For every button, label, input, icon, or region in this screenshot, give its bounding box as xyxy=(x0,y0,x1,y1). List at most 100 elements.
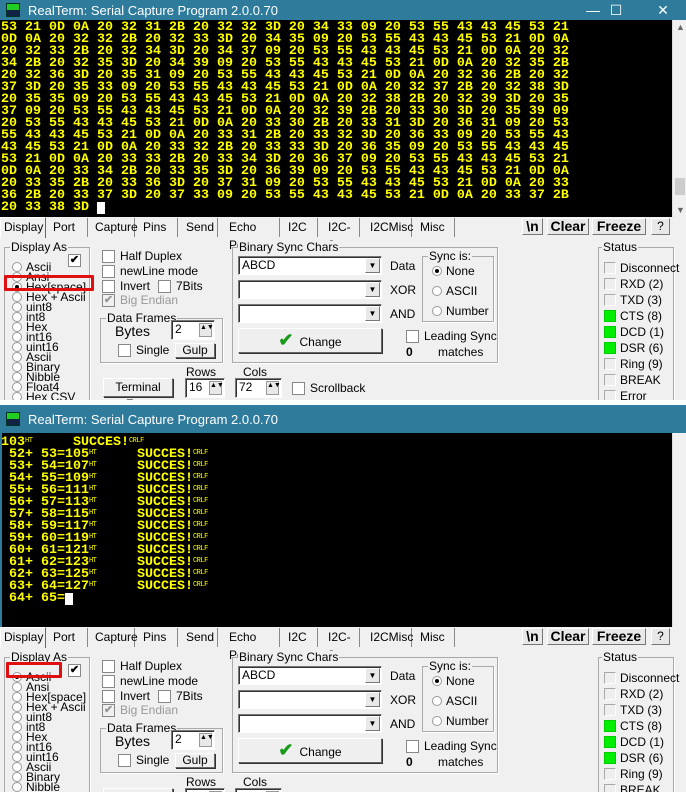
tab-send[interactable]: Send xyxy=(183,218,218,237)
sync-option-number[interactable]: Number xyxy=(426,305,489,317)
tab-i2c[interactable]: I2C xyxy=(285,628,318,647)
freeze-button[interactable]: Freeze xyxy=(592,218,646,235)
tab-i2c-2[interactable]: I2C-2 xyxy=(325,218,360,252)
bytes-spinner[interactable]: 2 ▲▼ xyxy=(171,730,215,750)
invert-checkbox[interactable]: Invert xyxy=(102,690,150,703)
spin-arrows-icon[interactable]: ▲▼ xyxy=(199,323,214,337)
newline-mode-checkbox[interactable]: newLine mode xyxy=(102,265,198,278)
clear-button[interactable]: Clear xyxy=(547,628,589,645)
terminal-font-button[interactable]: Terminal Font xyxy=(103,788,173,792)
ht-glyph: HT xyxy=(88,581,97,589)
crlf-glyph: CRLF xyxy=(192,581,208,589)
status-label: DSR (6) xyxy=(620,751,664,765)
tab-i2cmisc[interactable]: I2CMisc xyxy=(367,218,413,237)
single-checkbox[interactable]: Single xyxy=(118,754,169,767)
tab-display[interactable]: Display xyxy=(0,217,46,238)
tab-misc[interactable]: Misc xyxy=(417,628,455,647)
display-option-hex-csv[interactable]: Hex CSV xyxy=(6,391,75,400)
change-button[interactable]: ✔ Change xyxy=(238,738,382,763)
tab-port[interactable]: Port xyxy=(50,218,88,237)
matches-count: 0 xyxy=(406,755,413,769)
status-label: Disconnect xyxy=(620,671,680,685)
7bits-checkbox[interactable]: 7Bits xyxy=(158,690,203,703)
dropdown-arrow-icon[interactable]: ▼ xyxy=(365,306,380,321)
data-label: Data xyxy=(390,669,416,683)
cols-spinner[interactable]: 72▲▼ xyxy=(235,788,282,792)
tab-pins[interactable]: Pins xyxy=(140,218,178,237)
sync-option-none[interactable]: None xyxy=(426,675,475,687)
spin-arrows-icon[interactable]: ▲▼ xyxy=(199,733,214,747)
and-label: AND xyxy=(390,307,416,321)
leading-sync-checkbox[interactable]: Leading Sync xyxy=(406,740,497,753)
scroll-down-icon[interactable]: ▼ xyxy=(676,205,685,215)
gulp-button[interactable]: Gulp xyxy=(175,343,215,358)
tab-capture[interactable]: Capture xyxy=(92,218,138,237)
half-duplex-checkbox[interactable]: Half Duplex xyxy=(102,250,182,263)
xor-sync-combo[interactable]: ▼ xyxy=(238,280,382,299)
sync-option-number[interactable]: Number xyxy=(426,715,489,727)
dropdown-arrow-icon[interactable]: ▼ xyxy=(365,692,380,707)
sync-option-none[interactable]: None xyxy=(426,265,475,277)
xor-sync-combo[interactable]: ▼ xyxy=(238,690,382,709)
tab-display[interactable]: Display xyxy=(0,627,46,648)
sync-option-ascii[interactable]: ASCII xyxy=(426,285,477,297)
change-button[interactable]: ✔ Change xyxy=(238,328,382,353)
bytes-spinner[interactable]: 2 ▲▼ xyxy=(171,320,215,340)
rows-spinner[interactable]: 16▲▼ xyxy=(185,378,225,398)
help-button[interactable]: ? xyxy=(651,218,670,235)
newline-button[interactable]: \n xyxy=(522,628,543,645)
check-icon: ✔ xyxy=(68,664,81,677)
sync-option-ascii[interactable]: ASCII xyxy=(426,695,477,707)
and-sync-combo[interactable]: ▼ xyxy=(238,714,382,733)
checkbox-icon xyxy=(406,330,419,343)
crlf-glyph: CRLF xyxy=(192,509,208,517)
clear-button[interactable]: Clear xyxy=(547,218,589,235)
scroll-thumb[interactable] xyxy=(675,178,685,195)
big-endian-checkbox: ✔ Big Endian xyxy=(102,704,178,717)
single-checkbox[interactable]: Single xyxy=(118,344,169,357)
data-sync-combo[interactable]: ABCD ▼ xyxy=(238,256,382,275)
bytes-value: 2 xyxy=(175,732,182,746)
spin-arrows-icon[interactable]: ▲▼ xyxy=(209,381,224,395)
tab-i2cmisc[interactable]: I2CMisc xyxy=(367,628,413,647)
cols-spinner[interactable]: 72▲▼ xyxy=(235,378,282,398)
leading-sync-checkbox[interactable]: Leading Sync xyxy=(406,330,497,343)
7bits-checkbox[interactable]: 7Bits xyxy=(158,280,203,293)
terminal-font-button[interactable]: Terminal Font xyxy=(103,378,173,400)
tab-capture[interactable]: Capture xyxy=(92,628,138,647)
newline-mode-checkbox[interactable]: newLine mode xyxy=(102,675,198,688)
scrollback-checkbox[interactable]: Scrollback xyxy=(292,382,365,395)
invert-checkbox[interactable]: Invert xyxy=(102,280,150,293)
tab-port[interactable]: Port xyxy=(50,628,88,647)
tab-echo-port[interactable]: Echo Port xyxy=(226,218,280,252)
vertical-scrollbar[interactable]: ▲ ▼ xyxy=(672,20,686,217)
close-button[interactable]: ✕ xyxy=(640,0,686,20)
and-sync-combo[interactable]: ▼ xyxy=(238,304,382,323)
radio-icon xyxy=(12,312,22,322)
tab-send[interactable]: Send xyxy=(183,628,218,647)
scroll-up-icon[interactable]: ▲ xyxy=(676,22,685,32)
tab-i2c[interactable]: I2C xyxy=(285,218,318,237)
half-duplex-checkbox[interactable]: Half Duplex xyxy=(102,660,182,673)
dropdown-arrow-icon[interactable]: ▼ xyxy=(365,716,380,731)
spin-arrows-icon[interactable]: ▲▼ xyxy=(266,381,281,395)
data-sync-combo[interactable]: ABCD ▼ xyxy=(238,666,382,685)
dropdown-arrow-icon[interactable]: ▼ xyxy=(365,282,380,297)
rows-spinner[interactable]: 16▲▼ xyxy=(185,788,225,792)
tab-pins[interactable]: Pins xyxy=(140,628,178,647)
gulp-button[interactable]: Gulp xyxy=(175,753,215,768)
tab-misc[interactable]: Misc xyxy=(417,218,455,237)
terminal-output[interactable]: 53 21 0D 0A 20 32 31 2B 20 32 32 3D 20 3… xyxy=(0,20,672,217)
maximize-button[interactable]: ☐ xyxy=(593,0,639,20)
dropdown-arrow-icon[interactable]: ▼ xyxy=(365,668,380,683)
terminal-output[interactable]: 103HT SUCCES!CRLF 52+ 53=105HT SUCCES!CR… xyxy=(0,433,672,627)
vertical-scrollbar[interactable] xyxy=(672,433,686,627)
crlf-glyph: CRLF xyxy=(128,437,144,445)
help-button[interactable]: ? xyxy=(651,628,670,645)
tab-i2c-2[interactable]: I2C-2 xyxy=(325,628,360,662)
dropdown-arrow-icon[interactable]: ▼ xyxy=(365,258,380,273)
radio-icon xyxy=(12,302,22,312)
tab-echo-port[interactable]: Echo Port xyxy=(226,628,280,662)
freeze-button[interactable]: Freeze xyxy=(592,628,646,645)
newline-button[interactable]: \n xyxy=(522,218,543,235)
